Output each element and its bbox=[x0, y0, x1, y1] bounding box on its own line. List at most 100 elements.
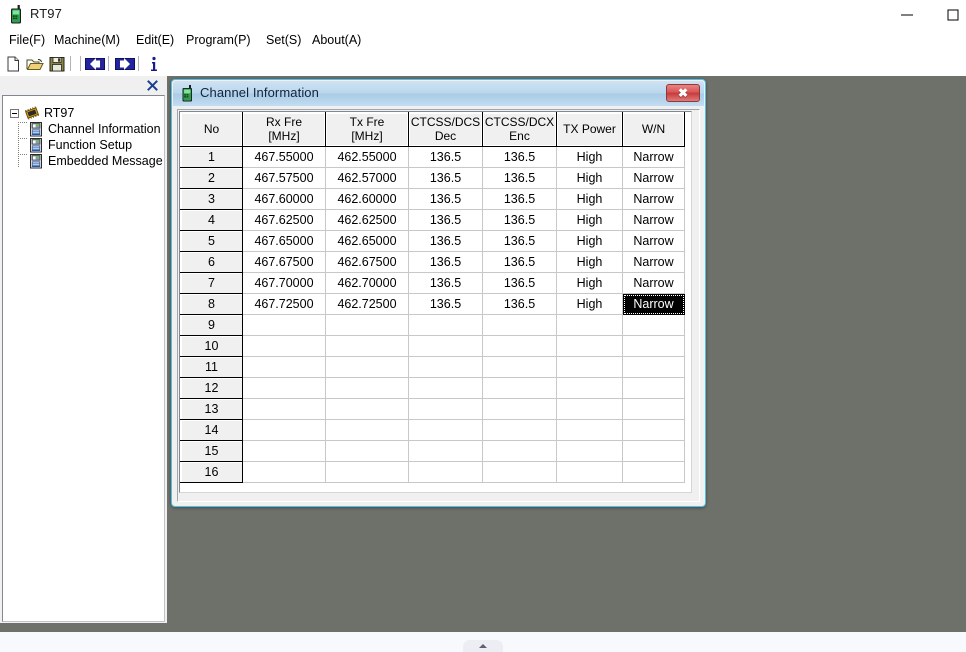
cell-enc[interactable]: 136.5 bbox=[482, 167, 557, 189]
cell-dec[interactable]: 136.5 bbox=[408, 251, 483, 273]
table-row[interactable]: 14 bbox=[180, 419, 685, 441]
table-row[interactable]: 12 bbox=[180, 377, 685, 399]
row-header-cell[interactable]: 1 bbox=[180, 146, 243, 168]
column-header-rx-freq[interactable]: Rx Fre [MHz] bbox=[242, 112, 326, 147]
menu-set[interactable]: Set(S) bbox=[263, 32, 304, 48]
cell-dec[interactable] bbox=[408, 335, 483, 357]
dialog-close-button[interactable]: ✖ bbox=[666, 84, 700, 102]
cell-pwr[interactable]: High bbox=[556, 293, 623, 315]
cell-dec[interactable] bbox=[408, 440, 483, 462]
row-header-cell[interactable]: 9 bbox=[180, 314, 243, 336]
menu-about[interactable]: About(A) bbox=[309, 32, 364, 48]
cell-pwr[interactable]: High bbox=[556, 230, 623, 252]
cell-wn[interactable] bbox=[622, 440, 685, 462]
close-panel-button[interactable] bbox=[145, 78, 160, 93]
cell-enc[interactable] bbox=[482, 377, 557, 399]
menu-file[interactable]: File(F) bbox=[6, 32, 48, 48]
table-row[interactable]: 3 467.60000 462.60000 136.5 136.5 High Narrow bbox=[180, 188, 685, 210]
cell-enc[interactable] bbox=[482, 314, 557, 336]
cell-wn[interactable]: Narrow bbox=[622, 251, 685, 273]
cell-tx[interactable]: 462.65000 bbox=[325, 230, 409, 252]
cell-rx[interactable] bbox=[242, 398, 326, 420]
tree-expander-collapse-icon[interactable] bbox=[10, 109, 19, 118]
cell-enc[interactable]: 136.5 bbox=[482, 272, 557, 294]
cell-dec[interactable]: 136.5 bbox=[408, 230, 483, 252]
row-header-cell[interactable]: 6 bbox=[180, 251, 243, 273]
cell-tx[interactable]: 462.70000 bbox=[325, 272, 409, 294]
cell-rx[interactable]: 467.62500 bbox=[242, 209, 326, 231]
cell-dec[interactable] bbox=[408, 356, 483, 378]
cell-pwr[interactable]: High bbox=[556, 146, 623, 168]
cell-tx[interactable]: 462.62500 bbox=[325, 209, 409, 231]
column-header-tx-power[interactable]: TX Power bbox=[556, 112, 623, 147]
table-row[interactable]: 6 467.67500 462.67500 136.5 136.5 High Narrow bbox=[180, 251, 685, 273]
table-row[interactable]: 8 467.72500 462.72500 136.5 136.5 High Narrow bbox=[180, 293, 685, 315]
cell-pwr[interactable] bbox=[556, 461, 623, 483]
row-header-cell[interactable]: 10 bbox=[180, 335, 243, 357]
dialog-title-bar[interactable]: Channel Information ✖ bbox=[173, 81, 704, 106]
cell-enc[interactable]: 136.5 bbox=[482, 146, 557, 168]
cell-pwr[interactable] bbox=[556, 419, 623, 441]
cell-dec[interactable]: 136.5 bbox=[408, 146, 483, 168]
new-file-button[interactable] bbox=[3, 54, 23, 74]
table-row[interactable]: 2 467.57500 462.57000 136.5 136.5 High Narrow bbox=[180, 167, 685, 189]
cell-dec[interactable]: 136.5 bbox=[408, 293, 483, 315]
cell-enc[interactable] bbox=[482, 356, 557, 378]
cell-dec[interactable] bbox=[408, 419, 483, 441]
table-row[interactable]: 9 bbox=[180, 314, 685, 336]
maximize-button[interactable] bbox=[930, 0, 966, 29]
cell-wn[interactable]: Narrow bbox=[622, 188, 685, 210]
row-header-cell[interactable]: 4 bbox=[180, 209, 243, 231]
cell-wn[interactable] bbox=[622, 356, 685, 378]
row-header-cell[interactable]: 12 bbox=[180, 377, 243, 399]
table-row[interactable]: 4 467.62500 462.62500 136.5 136.5 High Narrow bbox=[180, 209, 685, 231]
cell-dec[interactable]: 136.5 bbox=[408, 188, 483, 210]
table-row[interactable]: 5 467.65000 462.65000 136.5 136.5 High Narrow bbox=[180, 230, 685, 252]
table-row[interactable]: 7 467.70000 462.70000 136.5 136.5 High Narrow bbox=[180, 272, 685, 294]
cell-rx[interactable] bbox=[242, 335, 326, 357]
cell-pwr[interactable]: High bbox=[556, 272, 623, 294]
taskbar-expand-handle[interactable] bbox=[463, 640, 503, 652]
cell-tx[interactable]: 462.57000 bbox=[325, 167, 409, 189]
row-header-cell[interactable]: 14 bbox=[180, 419, 243, 441]
cell-enc[interactable]: 136.5 bbox=[482, 251, 557, 273]
cell-pwr[interactable] bbox=[556, 377, 623, 399]
cell-rx[interactable] bbox=[242, 440, 326, 462]
cell-pwr[interactable] bbox=[556, 398, 623, 420]
cell-enc[interactable]: 136.5 bbox=[482, 230, 557, 252]
cell-enc[interactable]: 136.5 bbox=[482, 293, 557, 315]
cell-tx[interactable]: 462.60000 bbox=[325, 188, 409, 210]
menu-program[interactable]: Program(P) bbox=[183, 32, 254, 48]
table-row[interactable]: 1 467.55000 462.55000 136.5 136.5 High Narrow bbox=[180, 146, 685, 168]
column-header-tx-freq[interactable]: Tx Fre [MHz] bbox=[325, 112, 409, 147]
column-header-ctcss-enc[interactable]: CTCSS/DCX Enc bbox=[482, 112, 557, 147]
tree-item-rt97[interactable]: RT97 bbox=[3, 105, 164, 121]
cell-wn[interactable] bbox=[622, 314, 685, 336]
cell-dec[interactable]: 136.5 bbox=[408, 272, 483, 294]
cell-rx[interactable]: 467.70000 bbox=[242, 272, 326, 294]
cell-pwr[interactable]: High bbox=[556, 167, 623, 189]
cell-tx[interactable] bbox=[325, 461, 409, 483]
row-header-cell[interactable]: 8 bbox=[180, 293, 243, 315]
open-file-button[interactable] bbox=[25, 54, 45, 74]
info-button[interactable] bbox=[146, 54, 166, 74]
cell-rx[interactable] bbox=[242, 419, 326, 441]
cell-tx[interactable] bbox=[325, 356, 409, 378]
cell-dec[interactable] bbox=[408, 398, 483, 420]
cell-pwr[interactable] bbox=[556, 335, 623, 357]
row-header-cell[interactable]: 2 bbox=[180, 167, 243, 189]
cell-tx[interactable] bbox=[325, 314, 409, 336]
cell-dec[interactable] bbox=[408, 461, 483, 483]
cell-tx[interactable]: 462.55000 bbox=[325, 146, 409, 168]
navigation-tree[interactable]: RT97 Channel Information Function Setup … bbox=[2, 95, 165, 622]
cell-rx[interactable]: 467.67500 bbox=[242, 251, 326, 273]
cell-rx[interactable]: 467.55000 bbox=[242, 146, 326, 168]
cell-wn[interactable]: Narrow bbox=[622, 167, 685, 189]
cell-rx[interactable]: 467.72500 bbox=[242, 293, 326, 315]
row-header-cell[interactable]: 11 bbox=[180, 356, 243, 378]
cell-pwr[interactable] bbox=[556, 440, 623, 462]
cell-rx[interactable] bbox=[242, 356, 326, 378]
table-row[interactable]: 13 bbox=[180, 398, 685, 420]
table-row[interactable]: 15 bbox=[180, 440, 685, 462]
cell-enc[interactable]: 136.5 bbox=[482, 209, 557, 231]
